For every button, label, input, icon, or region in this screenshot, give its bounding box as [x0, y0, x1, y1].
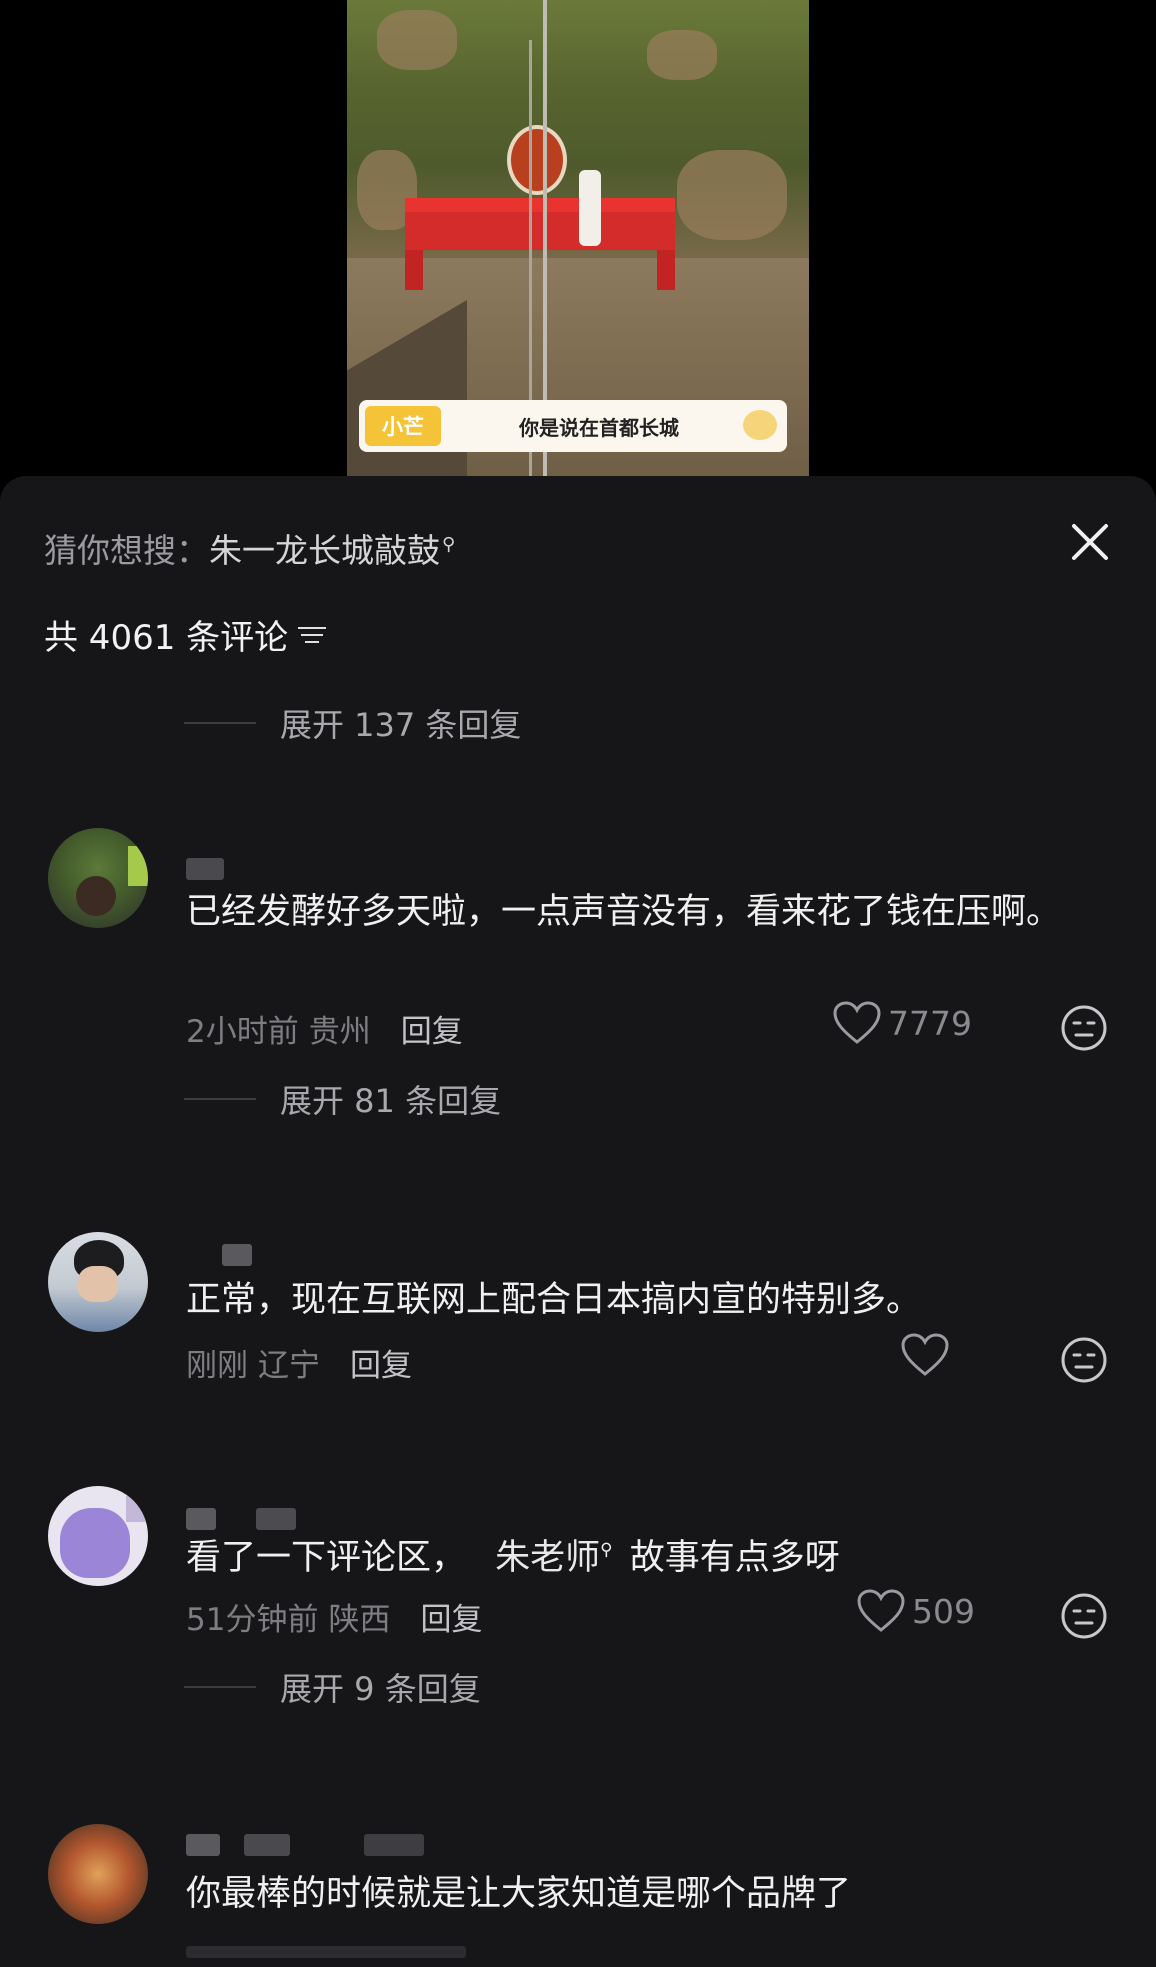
- username-redacted[interactable]: [186, 1834, 220, 1856]
- username-redacted[interactable]: [244, 1834, 290, 1856]
- comment-time: 2小时前: [186, 1014, 299, 1050]
- heart-icon: [901, 1333, 949, 1376]
- neutral-face-icon[interactable]: [1060, 1004, 1108, 1052]
- suggestion-query[interactable]: 朱一龙长城敲鼓: [209, 524, 440, 572]
- red-stage-leg: [657, 250, 675, 290]
- red-stage-rail: [405, 198, 675, 212]
- subtitle-tag: 小芒: [365, 406, 441, 446]
- username-redacted[interactable]: [186, 1508, 216, 1530]
- drummer-figure: [579, 170, 601, 246]
- like-count: 7779: [888, 1003, 972, 1043]
- comment-text: 你最棒的时候就是让大家知道是哪个品牌了: [186, 1874, 852, 1914]
- comment-location: 陕西: [328, 1602, 391, 1638]
- magnifier-icon: ⚲: [600, 1540, 613, 1560]
- comment-meta: 51分钟前 陕西 回复: [186, 1594, 482, 1639]
- comment-text-start: 看了一下评论区，: [186, 1538, 467, 1578]
- expand-replies[interactable]: 展开 81 条回复: [184, 1076, 501, 1122]
- reply-button[interactable]: 回复: [350, 1340, 412, 1385]
- comment-count[interactable]: 共 4061 条评论: [44, 610, 328, 659]
- divider-line: [184, 1098, 256, 1100]
- heart-icon: [833, 1001, 881, 1044]
- like-button[interactable]: 509: [856, 1588, 975, 1634]
- username-redacted[interactable]: [222, 1244, 252, 1266]
- red-stage-leg: [405, 250, 423, 290]
- search-suggestion[interactable]: 猜你想搜： 朱一龙长城敲鼓 ⚲: [44, 524, 455, 572]
- subtitle-text: 你是说在首都长城: [519, 415, 679, 440]
- close-icon[interactable]: [1064, 516, 1116, 568]
- like-button[interactable]: 7779: [832, 1000, 972, 1046]
- mango-icon: [743, 410, 777, 440]
- comment-sheet: 猜你想搜： 朱一龙长城敲鼓 ⚲ 共 4061 条评论 展开 137 条回复 已经…: [0, 476, 1156, 1967]
- avatar[interactable]: [48, 1232, 148, 1332]
- comment-text: 看了一下评论区， 朱老师⚲ 故事有点多呀: [186, 1530, 1106, 1592]
- video-player[interactable]: 小芒 你是说在首都长城: [347, 0, 809, 476]
- magnifier-icon: ⚲: [442, 534, 456, 555]
- reply-button[interactable]: 回复: [401, 1006, 463, 1051]
- drum: [507, 125, 567, 195]
- video-scenery: [377, 10, 457, 70]
- reply-button[interactable]: 回复: [420, 1594, 482, 1639]
- comment-text-end: 故事有点多呀: [629, 1538, 840, 1578]
- avatar[interactable]: [48, 1486, 148, 1586]
- video-scenery: [677, 150, 787, 240]
- neutral-face-icon[interactable]: [1060, 1336, 1108, 1384]
- avatar[interactable]: [48, 1824, 148, 1924]
- expand-replies[interactable]: 展开 137 条回复: [184, 700, 521, 746]
- comment-text: 已经发酵好多天啦，一点声音没有，看来花了钱在压啊。: [186, 892, 1062, 932]
- expand-replies-label: 展开 9 条回复: [280, 1670, 481, 1708]
- heart-icon: [857, 1589, 905, 1632]
- expand-replies[interactable]: 展开 9 条回复: [184, 1664, 481, 1710]
- video-scenery: [647, 30, 717, 80]
- expand-replies-label: 展开 81 条回复: [280, 1082, 502, 1120]
- mention-link[interactable]: 朱老师: [495, 1538, 600, 1578]
- username-redacted[interactable]: [186, 858, 224, 880]
- comment-meta: 2小时前 贵州 回复: [186, 1006, 463, 1051]
- comment-location: 贵州: [308, 1014, 371, 1050]
- like-button[interactable]: [900, 1332, 956, 1378]
- comment-text: 正常，现在互联网上配合日本搞内宣的特别多。: [186, 1280, 922, 1320]
- neutral-face-icon[interactable]: [1060, 1592, 1108, 1640]
- comment-time: 刚刚: [186, 1348, 248, 1384]
- suggestion-prefix: 猜你想搜：: [44, 531, 209, 570]
- divider-line: [184, 1686, 256, 1688]
- comment-meta: 刚刚 辽宁 回复: [186, 1340, 412, 1385]
- username-redacted[interactable]: [364, 1834, 424, 1856]
- video-subtitle: 小芒 你是说在首都长城: [359, 400, 787, 452]
- avatar[interactable]: [48, 828, 148, 928]
- comment-location: 辽宁: [258, 1348, 320, 1384]
- comment-meta-cropped: [186, 1946, 466, 1958]
- expand-replies-label: 展开 137 条回复: [280, 706, 522, 744]
- comment-count-label: 共 4061 条评论: [44, 618, 289, 658]
- username-redacted[interactable]: [256, 1508, 296, 1530]
- comment-time: 51分钟前: [186, 1602, 319, 1638]
- filter-icon[interactable]: [298, 623, 328, 647]
- divider-line: [184, 722, 256, 724]
- like-count: 509: [912, 1591, 975, 1631]
